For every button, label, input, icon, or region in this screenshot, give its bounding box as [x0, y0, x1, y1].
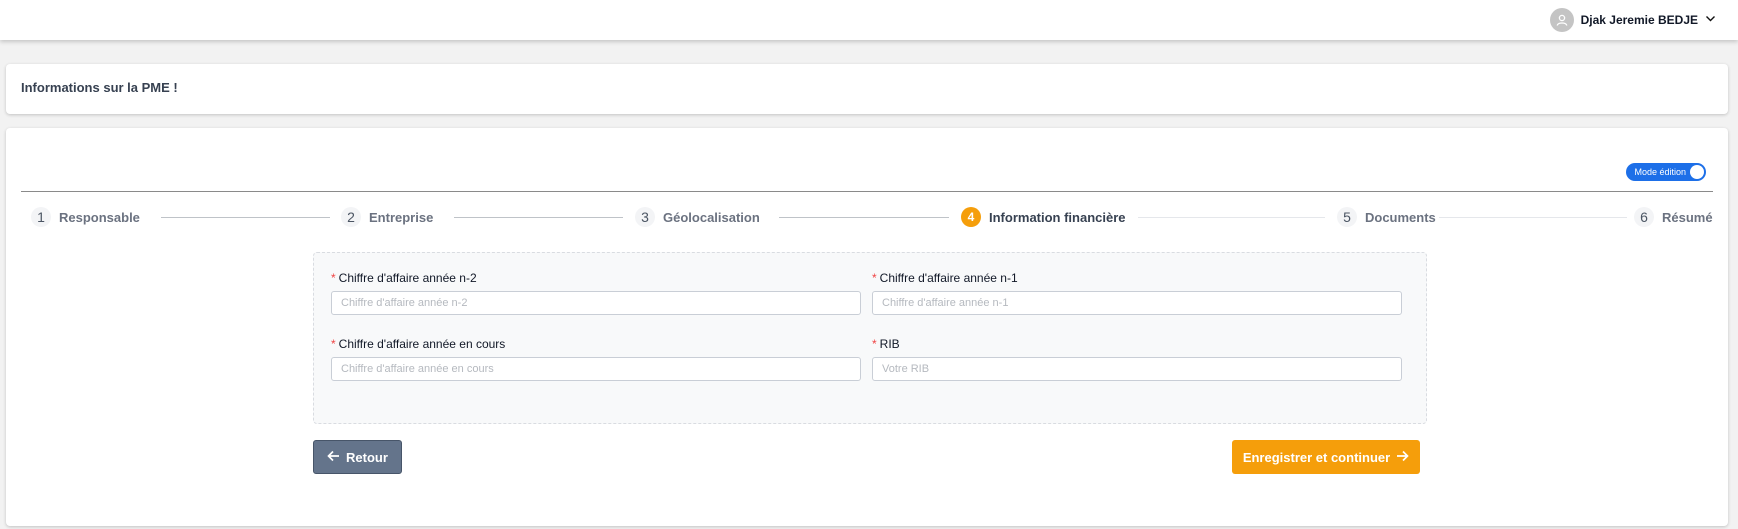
stepper: 1 Responsable 2 Entreprise 3 Géolocalisa…: [31, 206, 1713, 228]
user-name: Djak Jeremie BEDJE: [1580, 13, 1698, 27]
financial-info-form: *Chiffre d'affaire année n-2 *Chiffre d'…: [313, 252, 1427, 424]
edit-mode-label: Mode édition: [1634, 167, 1686, 177]
toggle-knob: [1690, 165, 1704, 179]
page-header-card: Informations sur la PME !: [6, 64, 1728, 114]
wizard-card: Mode édition 1 Responsable 2 Entreprise …: [6, 128, 1728, 526]
step-responsable[interactable]: 1 Responsable: [31, 206, 140, 228]
step-connector: [454, 217, 623, 218]
page-title: Informations sur la PME !: [21, 80, 178, 95]
step-connector: [779, 217, 949, 218]
step-resume[interactable]: 6 Résumé: [1634, 206, 1713, 228]
step-number: 2: [341, 207, 361, 227]
step-label: Entreprise: [369, 209, 434, 225]
required-mark: *: [872, 337, 877, 351]
ca-n1-input[interactable]: [872, 291, 1402, 315]
required-mark: *: [331, 337, 336, 351]
step-geolocalisation[interactable]: 3 Géolocalisation: [635, 206, 760, 228]
field-label: * Chiffre d'affaire année en cours: [331, 337, 506, 351]
user-menu[interactable]: Djak Jeremie BEDJE: [1549, 8, 1716, 32]
user-avatar-icon: [1549, 8, 1574, 32]
field-label: * Chiffre d'affaire année n-2: [331, 271, 477, 285]
back-button[interactable]: Retour: [313, 440, 402, 474]
save-continue-button[interactable]: Enregistrer et continuer: [1232, 440, 1420, 474]
ca-n2-input[interactable]: [331, 291, 861, 315]
step-number: 4: [961, 207, 981, 227]
step-entreprise[interactable]: 2 Entreprise: [341, 206, 433, 228]
step-label: Documents: [1365, 209, 1436, 225]
rib-input[interactable]: [872, 357, 1402, 381]
step-connector: [1138, 217, 1325, 218]
step-number: 3: [635, 207, 655, 227]
ca-current-input[interactable]: [331, 357, 861, 381]
chevron-down-icon: [1705, 13, 1716, 27]
required-mark: *: [872, 271, 877, 285]
step-number: 6: [1634, 207, 1654, 227]
field-rib: * RIB: [872, 337, 1402, 381]
field-ca-current: * Chiffre d'affaire année en cours: [331, 337, 861, 381]
top-bar: Djak Jeremie BEDJE: [0, 0, 1738, 40]
step-number: 1: [31, 207, 51, 227]
step-documents[interactable]: 5 Documents: [1337, 206, 1436, 228]
step-label: Responsable: [59, 209, 140, 225]
step-connector: [161, 217, 330, 218]
arrow-left-icon: [327, 450, 340, 465]
field-label: * RIB: [872, 337, 900, 351]
required-mark: *: [331, 271, 336, 285]
field-ca-n2: * Chiffre d'affaire année n-2: [331, 271, 861, 315]
divider: [21, 191, 1713, 192]
back-button-label: Retour: [346, 449, 388, 465]
step-label: Information financière: [989, 209, 1126, 225]
arrow-right-icon: [1396, 450, 1409, 465]
step-number: 5: [1337, 207, 1357, 227]
save-continue-label: Enregistrer et continuer: [1242, 449, 1391, 465]
step-label: Géolocalisation: [663, 209, 760, 225]
field-ca-n1: * Chiffre d'affaire année n-1: [872, 271, 1402, 315]
step-label: Résumé: [1662, 209, 1713, 225]
step-information-financiere[interactable]: 4 Information financière: [961, 206, 1126, 228]
field-label: * Chiffre d'affaire année n-1: [872, 271, 1018, 285]
step-connector: [1439, 217, 1627, 218]
edit-mode-toggle[interactable]: Mode édition: [1626, 163, 1706, 181]
